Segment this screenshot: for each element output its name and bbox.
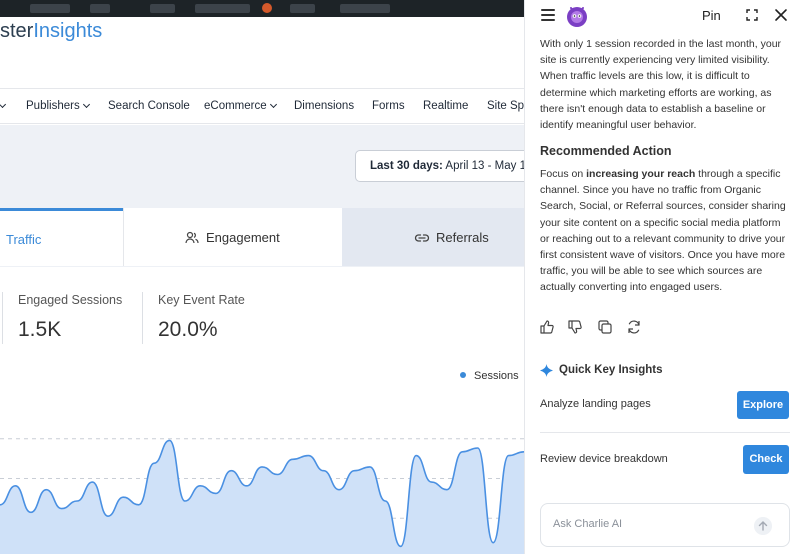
copy-icon[interactable] [597, 319, 613, 335]
ai-assistant-panel: Pin With only 1 session recorded in the … [524, 0, 800, 554]
chevron-down-icon [0, 100, 7, 109]
expand-icon[interactable] [746, 9, 758, 21]
rec-text-bold: increasing your reach [586, 168, 696, 180]
admin-top-bar [0, 0, 524, 17]
nav-item-label: eCommerce [204, 100, 267, 112]
panel-header: Pin [525, 0, 800, 34]
metric-value-key-event-rate: 20.0% [158, 318, 218, 341]
metric-label-key-event-rate: Key Event Rate [158, 293, 245, 307]
nav-item-search-console[interactable]: Search Console [108, 100, 190, 112]
chart-legend[interactable]: Sessions [460, 370, 519, 382]
admin-bar-item[interactable] [195, 4, 250, 13]
recommended-action-heading: Recommended Action [540, 144, 672, 158]
tab-engagement[interactable]: Engagement [123, 208, 342, 266]
sparkle-icon [540, 364, 553, 377]
admin-bar-item[interactable] [90, 4, 110, 13]
nav-item-site-speed[interactable]: Site Sp [487, 100, 524, 112]
recommended-action-text: Focus on increasing your reach through a… [540, 166, 790, 296]
metric-label-engaged-sessions: Engaged Sessions [18, 293, 123, 307]
admin-bar-item[interactable] [150, 4, 175, 13]
admin-bar-item[interactable] [30, 4, 70, 13]
report-nav: Publishers Search Console eCommerce Dime… [0, 88, 524, 124]
close-icon[interactable] [774, 8, 788, 22]
thumbs-down-icon[interactable] [567, 319, 583, 335]
date-range-value: April 13 - May 1 [442, 160, 526, 172]
nav-item-forms[interactable]: Forms [372, 100, 405, 112]
logo-text-blue: Insights [33, 20, 103, 42]
explore-button[interactable]: Explore [737, 391, 789, 419]
tab-traffic[interactable]: Traffic [0, 208, 123, 266]
logo-text-dark: ster [0, 20, 34, 42]
metric-value-engaged-sessions: 1.5K [18, 318, 62, 341]
nav-item-dimensions[interactable]: Dimensions [294, 100, 354, 112]
chevron-down-icon [269, 100, 277, 109]
nav-item-ecommerce[interactable]: eCommerce [204, 100, 277, 112]
divider [540, 432, 790, 433]
users-icon [185, 231, 199, 244]
assistant-message-text: With only 1 session recorded in the last… [540, 38, 782, 132]
thumbs-up-icon[interactable] [539, 319, 555, 335]
metric-divider [2, 292, 3, 344]
check-button[interactable]: Check [743, 445, 789, 474]
ask-charlie-input[interactable] [553, 518, 743, 530]
regenerate-icon[interactable] [626, 319, 642, 335]
ask-charlie-box [540, 503, 790, 547]
legend-swatch [460, 372, 466, 378]
tab-label: Traffic [6, 232, 42, 247]
app-logo[interactable]: sterInsights [0, 20, 102, 43]
admin-bar-item[interactable] [290, 4, 315, 13]
insight-label-landing-pages: Analyze landing pages [540, 398, 651, 410]
rec-text: Focus on [540, 168, 587, 180]
pin-button[interactable]: Pin [702, 8, 721, 23]
charlie-avatar-icon [567, 7, 587, 27]
nav-item-label: Publishers [26, 100, 80, 112]
link-icon [414, 234, 430, 242]
tab-label: Referrals [436, 230, 489, 245]
legend-label: Sessions [474, 370, 519, 382]
chevron-down-icon [82, 100, 90, 109]
nav-item-realtime[interactable]: Realtime [423, 100, 468, 112]
quick-insights-title: Quick Key Insights [559, 364, 663, 376]
send-arrow-icon[interactable] [754, 517, 772, 535]
metric-divider [142, 292, 143, 344]
sessions-chart[interactable] [0, 395, 524, 554]
nav-dropdown-partial[interactable] [0, 100, 7, 112]
date-range-picker[interactable]: Last 30 days: April 13 - May 1 [355, 150, 540, 182]
insight-label-device-breakdown: Review device breakdown [540, 453, 668, 465]
nav-item-publishers[interactable]: Publishers [26, 100, 90, 112]
notification-icon[interactable] [262, 3, 272, 13]
rec-text: through a specific channel. Since you ha… [540, 168, 786, 294]
tab-label: Engagement [206, 230, 280, 245]
date-range-label: Last 30 days: [370, 160, 443, 172]
menu-icon[interactable] [541, 9, 555, 21]
sessions-area [0, 440, 524, 554]
admin-bar-item[interactable] [340, 4, 390, 13]
tab-referrals[interactable]: Referrals [342, 208, 524, 266]
